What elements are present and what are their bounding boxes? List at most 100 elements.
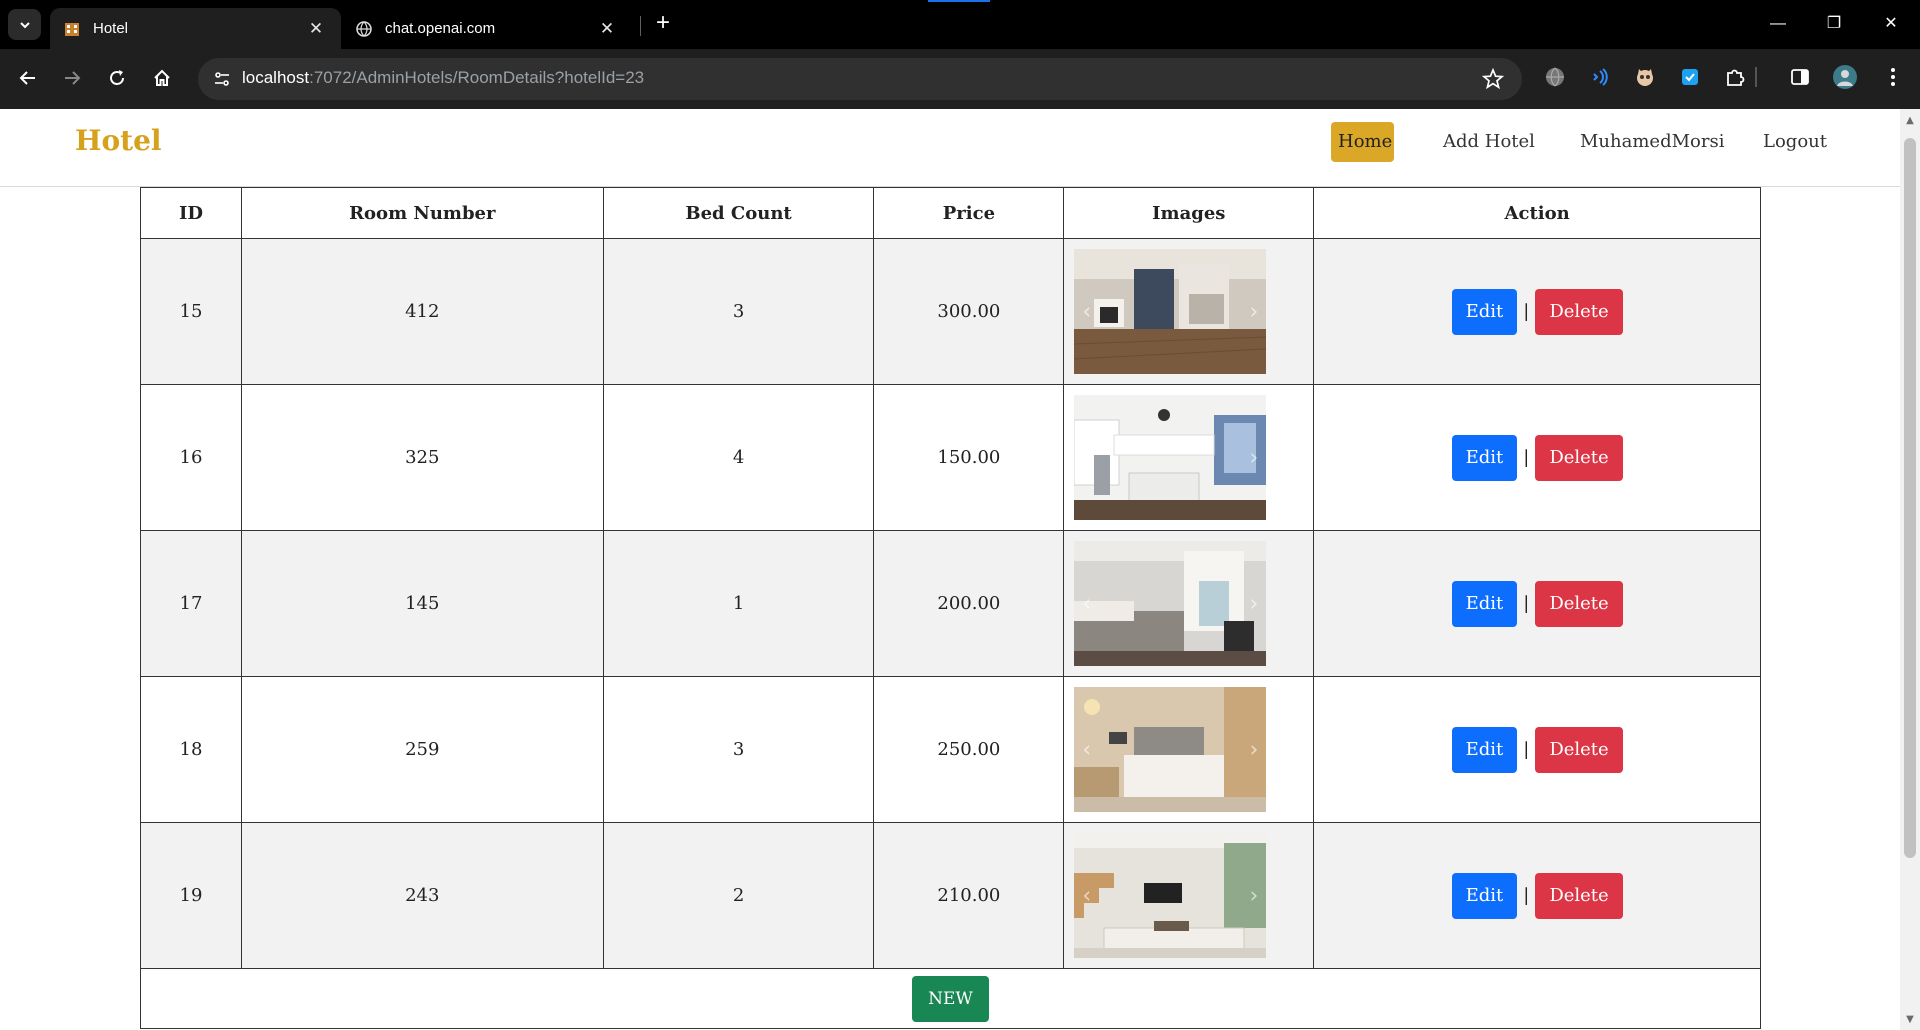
delete-button[interactable]: Delete	[1535, 872, 1623, 919]
bookmark-star-icon[interactable]	[1481, 67, 1505, 90]
edit-button[interactable]: Edit	[1451, 872, 1518, 919]
brand-logo[interactable]: Hotel	[75, 124, 162, 157]
room-image-carousel[interactable]: ‹ ›	[1074, 249, 1267, 374]
hotel-favicon-icon	[63, 20, 81, 38]
cell-price: 300.00	[873, 238, 1065, 385]
new-room-button[interactable]: NEW	[912, 975, 989, 1022]
cell-bed-count: 3	[602, 676, 875, 823]
cell-room-number: 145	[240, 530, 604, 677]
cell-id: 18	[140, 676, 242, 823]
cell-images: ‹ ›	[1063, 238, 1315, 385]
cell-price: 200.00	[873, 530, 1065, 677]
reload-button[interactable]	[101, 62, 133, 94]
edit-button[interactable]: Edit	[1451, 580, 1518, 627]
cell-room-number: 243	[240, 822, 604, 969]
delete-button[interactable]: Delete	[1535, 288, 1623, 335]
carousel-next-icon[interactable]: ›	[1250, 445, 1259, 470]
tab-hotel[interactable]: Hotel ✕	[50, 8, 341, 49]
cell-room-number: 259	[240, 676, 604, 823]
profile-avatar-icon[interactable]	[1832, 64, 1858, 90]
tab-title: Hotel	[93, 20, 129, 37]
close-tab-icon[interactable]: ✕	[305, 18, 327, 40]
puzzle-extensions-icon[interactable]	[1722, 64, 1748, 90]
reload-icon	[110, 70, 124, 85]
new-tab-button[interactable]: +	[650, 11, 676, 37]
carousel-next-icon[interactable]: ›	[1250, 737, 1259, 762]
cell-id: 16	[140, 384, 242, 531]
side-panel-icon[interactable]	[1787, 64, 1813, 90]
carousel-prev-icon[interactable]: ‹	[1082, 445, 1091, 470]
edit-button[interactable]: Edit	[1451, 726, 1518, 773]
carousel-next-icon[interactable]: ›	[1250, 883, 1259, 908]
table-row: 15 412 3 300.00 ‹ › Edit | Delete	[140, 238, 1761, 385]
delete-button[interactable]: Delete	[1535, 434, 1623, 481]
bedroom-photo	[1074, 541, 1267, 666]
room-image-carousel[interactable]: ‹ ›	[1074, 833, 1267, 958]
nav-add-hotel-link[interactable]: Add Hotel	[1436, 122, 1542, 162]
forward-button[interactable]	[56, 62, 88, 94]
scroll-thumb[interactable]	[1904, 138, 1916, 858]
nav-home-link[interactable]: Home	[1331, 122, 1394, 162]
accent-line	[928, 0, 990, 2]
chevron-down-icon	[19, 21, 30, 28]
carousel-prev-icon[interactable]: ‹	[1082, 591, 1091, 616]
cell-bed-count: 4	[602, 384, 875, 531]
nav-logout-link[interactable]: Logout	[1756, 122, 1834, 162]
delete-button[interactable]: Delete	[1535, 726, 1623, 773]
room-image-carousel[interactable]: ‹ ›	[1074, 395, 1267, 520]
lounge-photo	[1074, 833, 1267, 958]
header-images: Images	[1063, 187, 1315, 239]
nav-user-link[interactable]: MuhamedMorsi	[1573, 122, 1731, 162]
footer-cell: NEW	[140, 968, 1761, 1029]
rooms-table: ID Room Number Bed Count Price Images Ac…	[140, 187, 1761, 1029]
url-text[interactable]: localhost:7072/AdminHotels/RoomDetails?h…	[242, 68, 644, 88]
minimize-button[interactable]: —	[1763, 11, 1793, 37]
save-extension-icon[interactable]	[1677, 64, 1703, 90]
tab-search-button[interactable]	[8, 9, 41, 40]
room-image-carousel[interactable]: ‹ ›	[1074, 687, 1267, 812]
site-settings-icon[interactable]	[212, 69, 232, 89]
carousel-next-icon[interactable]: ›	[1250, 591, 1259, 616]
restore-button[interactable]: ❐	[1819, 11, 1849, 37]
translate-extension-icon[interactable]	[1542, 64, 1568, 90]
arrow-left-icon	[19, 71, 35, 85]
globe-icon	[355, 20, 373, 38]
table-row: 17 145 1 200.00 ‹ › Edit | Delete	[140, 530, 1761, 677]
kitchen-photo	[1074, 395, 1267, 520]
scroll-down-icon[interactable]: ▼	[1905, 1014, 1915, 1025]
toolbar-divider	[1755, 67, 1757, 87]
edit-button[interactable]: Edit	[1451, 434, 1518, 481]
url-path: :7072/AdminHotels/RoomDetails?hotelId=23	[309, 68, 645, 87]
carousel-next-icon[interactable]: ›	[1250, 299, 1259, 324]
hotel-room-photo	[1074, 687, 1267, 812]
cell-images: ‹ ›	[1063, 384, 1315, 531]
cell-id: 15	[140, 238, 242, 385]
back-button[interactable]	[12, 62, 44, 94]
page-scrollbar[interactable]: ▲ ▼	[1900, 109, 1920, 1030]
table-row: 19 243 2 210.00 ‹ › Edit | Delete	[140, 822, 1761, 969]
close-tab-icon[interactable]: ✕	[596, 18, 618, 40]
chrome-menu-icon[interactable]	[1880, 64, 1906, 90]
home-button[interactable]	[146, 62, 178, 94]
carousel-prev-icon[interactable]: ‹	[1082, 299, 1091, 324]
edit-button[interactable]: Edit	[1451, 288, 1518, 335]
cell-action: Edit | Delete	[1313, 530, 1761, 677]
cell-room-number: 412	[240, 238, 604, 385]
cell-bed-count: 3	[602, 238, 875, 385]
tab-chat-openai[interactable]: chat.openai.com ✕	[342, 8, 632, 49]
scroll-up-icon[interactable]: ▲	[1905, 115, 1915, 126]
carousel-prev-icon[interactable]: ‹	[1082, 737, 1091, 762]
header-id: ID	[140, 187, 242, 239]
room-image-carousel[interactable]: ‹ ›	[1074, 541, 1267, 666]
delete-button[interactable]: Delete	[1535, 580, 1623, 627]
carousel-prev-icon[interactable]: ‹	[1082, 883, 1091, 908]
page-content: Hotel Home Add Hotel MuhamedMorsi Logout…	[0, 109, 1900, 1030]
read-aloud-extension-icon[interactable]	[1587, 64, 1613, 90]
table-header-row: ID Room Number Bed Count Price Images Ac…	[140, 187, 1761, 239]
cat-extension-icon[interactable]	[1632, 64, 1658, 90]
table-footer-row: NEW	[140, 968, 1761, 1029]
address-bar[interactable]: localhost:7072/AdminHotels/RoomDetails?h…	[198, 58, 1522, 100]
close-window-button[interactable]: ✕	[1876, 11, 1906, 37]
cell-action: Edit | Delete	[1313, 676, 1761, 823]
cell-images: ‹ ›	[1063, 822, 1315, 969]
